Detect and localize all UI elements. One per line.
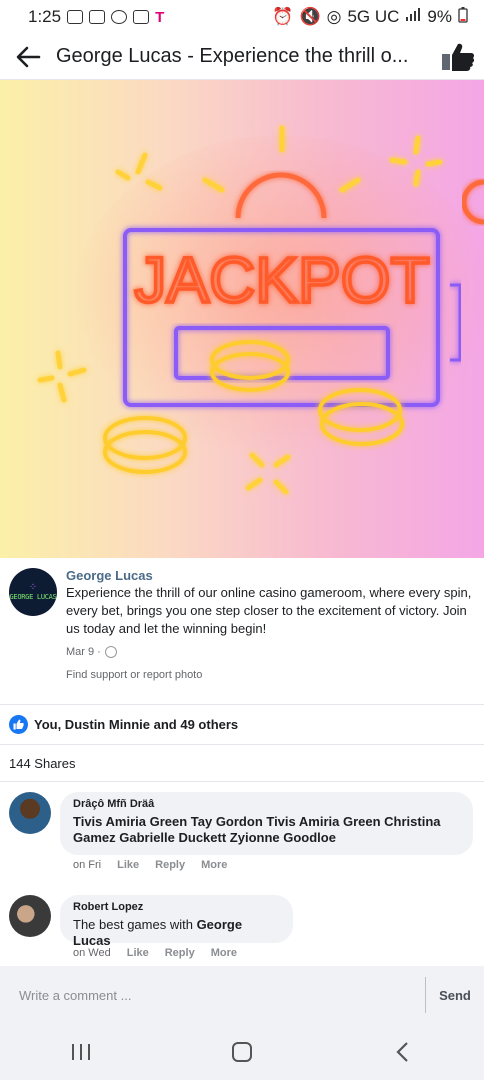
comment-actions: on Wed Like Reply More: [73, 947, 237, 959]
back-button[interactable]: [0, 34, 56, 80]
post-date-label: Mar 9 ·: [66, 646, 101, 658]
arrow-left-icon: [16, 46, 41, 67]
comment-time: on Wed: [73, 947, 111, 959]
hotspot-icon: ◎: [326, 7, 342, 26]
commenter-name[interactable]: Drâçô Mfñ Dräâ: [73, 798, 461, 810]
recent-apps-button[interactable]: [51, 1032, 111, 1072]
comment-actions: on Fri Like Reply More: [73, 859, 227, 871]
commenter-name[interactable]: Robert Lopez: [73, 901, 281, 913]
battery-label: 9%: [427, 7, 452, 26]
network-label: 5G UC: [347, 7, 400, 26]
post-text: Experience the thrill of our online casi…: [66, 585, 472, 636]
mute-icon: 🔇: [299, 7, 321, 26]
comment-like-button[interactable]: Like: [127, 947, 149, 959]
shares-count: 144 Shares: [9, 755, 76, 771]
comment-bubble[interactable]: Robert Lopez The best games with George …: [60, 895, 293, 948]
gmail-icon: [89, 10, 106, 24]
comment-like-button[interactable]: Like: [117, 859, 139, 871]
like-reaction-icon: [9, 715, 28, 734]
signal-icon: [405, 7, 421, 27]
voicemail-icon: [67, 10, 84, 24]
comment-input[interactable]: [0, 965, 425, 1025]
comment-composer: Send: [0, 965, 484, 1025]
recent-apps-icon: [71, 1044, 90, 1060]
home-button[interactable]: [212, 1032, 272, 1072]
post-author-link[interactable]: George Lucas: [66, 568, 153, 583]
comment-reply-button[interactable]: Reply: [155, 859, 185, 871]
game-controller-icon: ⁘: [28, 582, 38, 593]
comment-reply-button[interactable]: Reply: [165, 947, 195, 959]
reactions-row[interactable]: You, Dustin Minnie and 49 others: [0, 704, 484, 744]
jackpot-sign-text: JACKPOT: [134, 244, 429, 316]
commenter-avatar[interactable]: [9, 895, 51, 937]
game-icon: [111, 10, 128, 24]
status-bar: 1:25 T ⏰ 🔇 ◎ 5G UC 9%: [0, 0, 484, 34]
shares-row[interactable]: 144 Shares: [0, 744, 484, 782]
comment-text-prefix: The best games with: [73, 917, 197, 932]
comment-more-button[interactable]: More: [201, 859, 227, 871]
comment-more-button[interactable]: More: [211, 947, 237, 959]
chevron-left-icon: [396, 1042, 409, 1062]
tmobile-icon: T: [155, 8, 165, 26]
battery-icon: [458, 6, 468, 28]
reactions-summary: You, Dustin Minnie and 49 others: [34, 717, 239, 732]
system-nav-bar: [0, 1024, 484, 1080]
comment-time: on Fri: [73, 859, 102, 871]
report-photo-link[interactable]: Find support or report photo: [66, 669, 202, 681]
like-page-button[interactable]: [432, 34, 484, 80]
alarm-icon: ⏰: [272, 7, 294, 26]
jackpot-neon-image: JACKPOT: [37, 125, 484, 495]
page-title: George Lucas - Experience the thrill o..…: [56, 45, 409, 67]
comment-text: The best games with George Lucas: [73, 917, 281, 949]
avatar-text: GEORGE LUCAS: [9, 593, 57, 601]
page-avatar[interactable]: ⁘ GEORGE LUCAS: [9, 568, 57, 616]
post-photo[interactable]: JACKPOT: [0, 80, 484, 558]
send-button[interactable]: Send: [426, 988, 484, 1003]
comment-bubble[interactable]: Drâçô Mfñ Dräâ Tivis Amiria Green Tay Go…: [60, 792, 473, 855]
status-time: 1:25: [28, 7, 62, 26]
comment-text: Tivis Amiria Green Tay Gordon Tivis Amir…: [73, 814, 441, 845]
photo-icon: [133, 10, 150, 24]
globe-icon: [104, 646, 117, 658]
commenter-avatar[interactable]: [9, 792, 51, 834]
home-icon: [231, 1042, 252, 1062]
top-app-bar: George Lucas - Experience the thrill o..…: [0, 34, 484, 80]
thumbs-up-icon: [442, 43, 475, 71]
post-date: Mar 9 ·: [66, 646, 117, 658]
system-back-button[interactable]: [373, 1032, 433, 1072]
